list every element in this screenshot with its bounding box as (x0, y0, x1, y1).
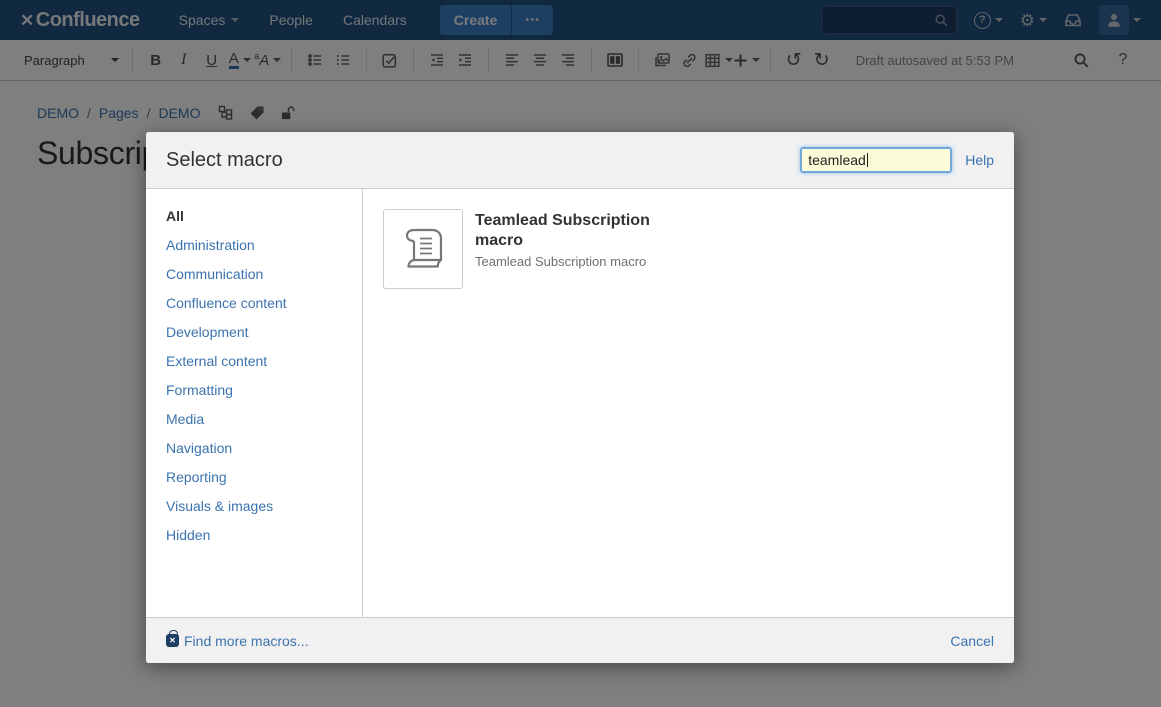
macro-category-item[interactable]: Reporting (146, 463, 362, 492)
macro-category-list: All Administration Communication Conflue… (146, 189, 363, 617)
macro-results: Teamlead Subscription macro Teamlead Sub… (363, 189, 1014, 617)
select-macro-dialog: Select macro teamlead Help All Administr… (146, 132, 1014, 663)
macro-search-input[interactable]: teamlead (800, 147, 952, 173)
macro-result-title: Teamlead Subscription macro (475, 211, 665, 251)
macro-category-item[interactable]: Media (146, 405, 362, 434)
dialog-header: Select macro teamlead Help (146, 132, 1014, 189)
find-more-macros-link[interactable]: ✕ Find more macros... (166, 633, 308, 649)
macro-category-item[interactable]: Development (146, 318, 362, 347)
dialog-footer: ✕ Find more macros... Cancel (146, 617, 1014, 663)
text-cursor (867, 153, 868, 167)
marketplace-icon: ✕ (166, 634, 179, 647)
macro-category-item[interactable]: All (146, 202, 362, 231)
macro-category-item[interactable]: Communication (146, 260, 362, 289)
macro-icon-frame (383, 209, 463, 289)
dialog-title: Select macro (166, 149, 283, 172)
cancel-button[interactable]: Cancel (950, 633, 994, 649)
help-link[interactable]: Help (965, 152, 994, 168)
macro-category-item[interactable]: Administration (146, 231, 362, 260)
scroll-icon (400, 224, 446, 274)
macro-category-item[interactable]: External content (146, 347, 362, 376)
macro-result-description: Teamlead Subscription macro (475, 254, 665, 269)
macro-result-item[interactable]: Teamlead Subscription macro Teamlead Sub… (383, 209, 994, 289)
macro-category-item[interactable]: Visuals & images (146, 492, 362, 521)
dialog-body: All Administration Communication Conflue… (146, 189, 1014, 617)
macro-category-item[interactable]: Hidden (146, 521, 362, 550)
macro-category-item[interactable]: Formatting (146, 376, 362, 405)
macro-category-item[interactable]: Confluence content (146, 289, 362, 318)
macro-category-item[interactable]: Navigation (146, 434, 362, 463)
